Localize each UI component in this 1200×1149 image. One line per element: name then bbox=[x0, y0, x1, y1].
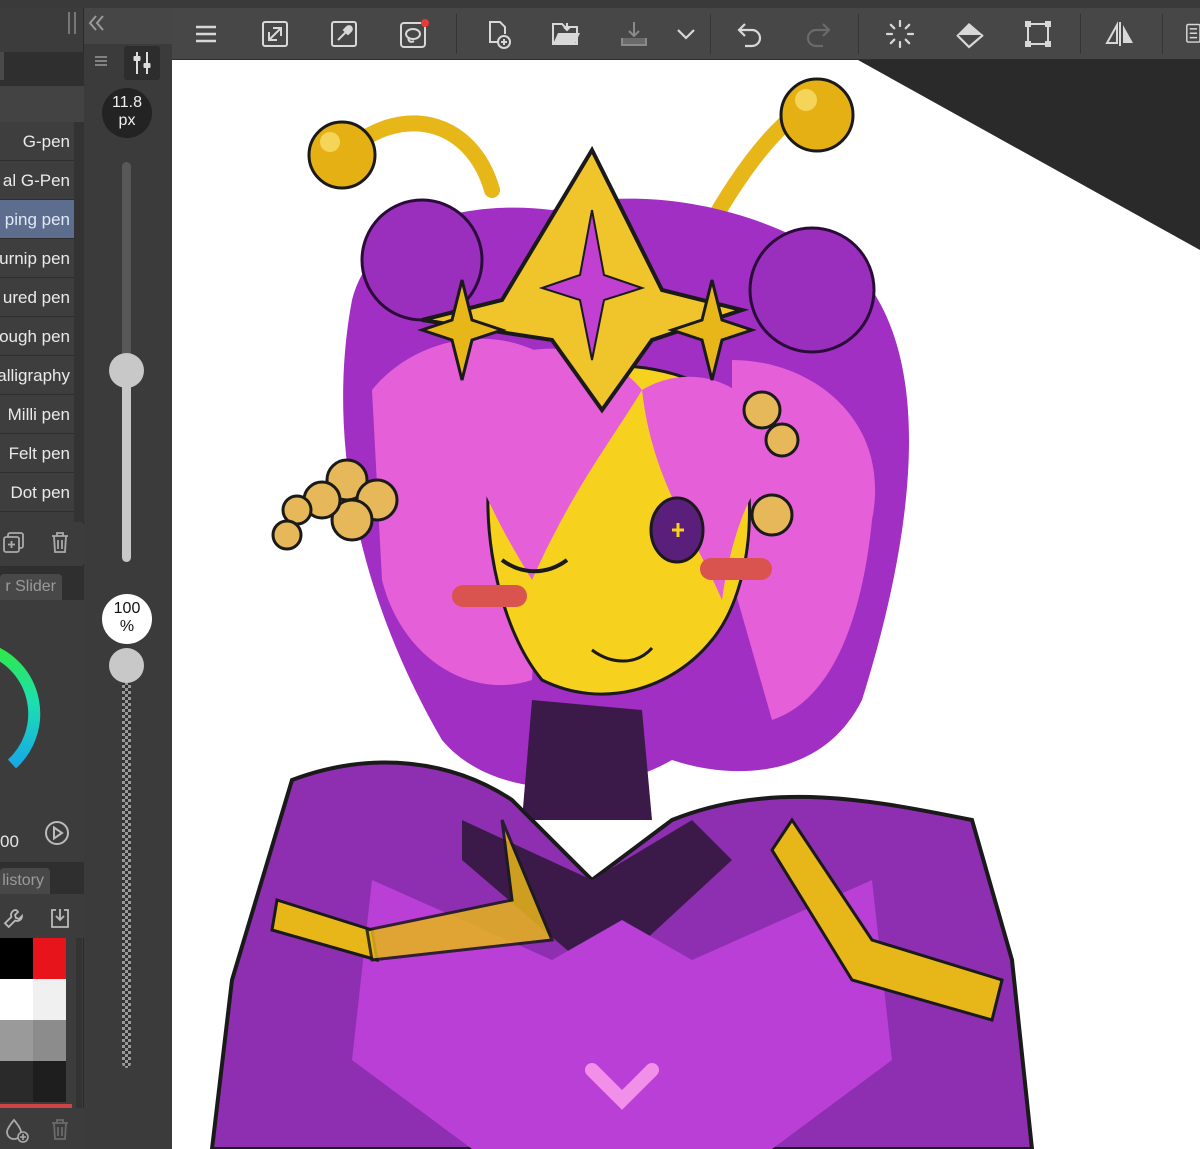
brush-size-unit: px bbox=[118, 112, 136, 129]
main-toolbar bbox=[172, 8, 1200, 60]
save-download-icon[interactable] bbox=[614, 14, 654, 54]
tab-history-label: listory bbox=[2, 872, 44, 889]
dropdown-chevron-icon[interactable] bbox=[666, 14, 706, 54]
bottom-tools bbox=[0, 1108, 84, 1149]
brush-item-selected[interactable]: ping pen bbox=[0, 200, 74, 239]
brush-item[interactable]: ough pen bbox=[0, 317, 74, 356]
swatch-scrollbar[interactable] bbox=[76, 938, 82, 1108]
canvas-artwork[interactable] bbox=[172, 60, 1200, 1149]
opacity-unit: % bbox=[119, 618, 135, 635]
brush-item-label: ough pen bbox=[0, 327, 70, 346]
toolbar-separator bbox=[456, 14, 457, 54]
color-tab-bar: r Slider bbox=[0, 566, 84, 600]
brush-item-label: ping pen bbox=[4, 210, 70, 229]
brush-item[interactable]: Milli pen bbox=[0, 395, 74, 434]
tab-history[interactable]: listory bbox=[0, 868, 50, 894]
color-value: 00 bbox=[0, 832, 19, 851]
toolbar-separator bbox=[1162, 14, 1163, 54]
brush-item-label: alligraphy bbox=[0, 366, 70, 385]
add-drop-icon[interactable] bbox=[4, 1117, 29, 1143]
brush-item[interactable]: al G-Pen bbox=[0, 161, 74, 200]
delete-brush-icon[interactable] bbox=[48, 530, 72, 554]
brush-item-label: Felt pen bbox=[8, 444, 70, 463]
color-swatch[interactable] bbox=[33, 979, 66, 1020]
new-file-icon[interactable] bbox=[478, 14, 518, 54]
delete-swatch-icon[interactable] bbox=[48, 1117, 72, 1141]
redo-icon[interactable] bbox=[798, 14, 838, 54]
brush-size-slider-knob[interactable] bbox=[109, 352, 144, 388]
brush-item-label: Milli pen bbox=[7, 405, 70, 424]
brush-item-label: G-pen bbox=[22, 132, 70, 151]
collapse-panel-icon[interactable] bbox=[86, 12, 108, 34]
brush-item-label: urnip pen bbox=[0, 249, 70, 268]
slider-settings-icon[interactable] bbox=[124, 46, 160, 80]
brush-item[interactable]: ured pen bbox=[0, 278, 74, 317]
brush-item[interactable]: Dot pen bbox=[0, 473, 74, 512]
left-tab-active[interactable] bbox=[0, 52, 4, 80]
brush-item-label: Dot pen bbox=[10, 483, 70, 502]
color-wheel-panel: 00 bbox=[0, 600, 84, 862]
toolbar-separator bbox=[710, 14, 711, 54]
brush-size-slider-fill bbox=[122, 370, 131, 562]
flip-horizontal-icon[interactable] bbox=[1100, 14, 1140, 54]
fill-bucket-icon[interactable] bbox=[950, 14, 990, 54]
open-folder-icon[interactable] bbox=[546, 14, 586, 54]
brush-item-label: ured pen bbox=[2, 288, 70, 307]
opacity-slider-knob[interactable] bbox=[109, 648, 144, 683]
brush-size-value: 11.8 bbox=[112, 94, 142, 111]
brush-item-label: al G-Pen bbox=[2, 171, 70, 190]
color-wheel[interactable] bbox=[0, 600, 84, 830]
top-strip bbox=[0, 0, 1200, 8]
color-swatch[interactable] bbox=[0, 1020, 33, 1061]
lasso-icon[interactable] bbox=[394, 14, 434, 54]
opacity-readout: 100 % bbox=[102, 594, 152, 644]
undo-icon[interactable] bbox=[730, 14, 770, 54]
opacity-slider[interactable] bbox=[122, 658, 131, 1068]
transform-icon[interactable] bbox=[1018, 14, 1058, 54]
brush-item[interactable]: alligraphy bbox=[0, 356, 74, 395]
left-tab-bar bbox=[0, 52, 84, 86]
color-swatch[interactable] bbox=[33, 938, 66, 979]
color-swatch[interactable] bbox=[0, 938, 33, 979]
tab-color-slider[interactable]: r Slider bbox=[0, 574, 62, 600]
brush-slider-strip: 11.8 px 100 % bbox=[84, 44, 172, 1149]
color-swatch[interactable] bbox=[0, 1061, 33, 1102]
brush-list-scrollbar[interactable] bbox=[74, 122, 84, 522]
history-tab-bar: listory bbox=[0, 862, 84, 894]
brush-actions bbox=[0, 524, 84, 564]
notification-dot bbox=[421, 19, 429, 27]
fit-view-icon[interactable] bbox=[255, 14, 295, 54]
color-swatch[interactable] bbox=[33, 1061, 66, 1102]
tab-color-slider-label: r Slider bbox=[5, 578, 56, 595]
loading-spinner-icon[interactable] bbox=[880, 14, 920, 54]
brush-item[interactable]: G-pen bbox=[0, 122, 74, 161]
import-icon[interactable] bbox=[48, 906, 72, 930]
brush-list: G-pen al G-Pen ping pen urnip pen ured p… bbox=[0, 122, 74, 512]
toolbar-separator bbox=[1080, 14, 1081, 54]
toolbar-separator bbox=[858, 14, 859, 54]
layers-icon[interactable] bbox=[1178, 14, 1200, 54]
canvas-area[interactable] bbox=[172, 60, 1200, 1149]
brush-item[interactable]: Felt pen bbox=[0, 434, 74, 473]
color-swatch[interactable] bbox=[0, 979, 33, 1020]
menu-icon[interactable] bbox=[186, 14, 226, 54]
wrench-icon[interactable] bbox=[2, 906, 26, 930]
hamburger-menu-icon[interactable] bbox=[92, 52, 110, 70]
color-swatch[interactable] bbox=[33, 1020, 66, 1061]
history-tools bbox=[0, 894, 84, 938]
eyedropper-icon[interactable] bbox=[324, 14, 364, 54]
brush-size-readout: 11.8 px bbox=[102, 88, 152, 138]
brush-item[interactable]: urnip pen bbox=[0, 239, 74, 278]
panel-grip-handle[interactable] bbox=[68, 12, 76, 34]
play-icon[interactable] bbox=[44, 820, 70, 846]
duplicate-brush-icon[interactable] bbox=[2, 530, 26, 554]
opacity-value: 100 bbox=[113, 600, 141, 617]
